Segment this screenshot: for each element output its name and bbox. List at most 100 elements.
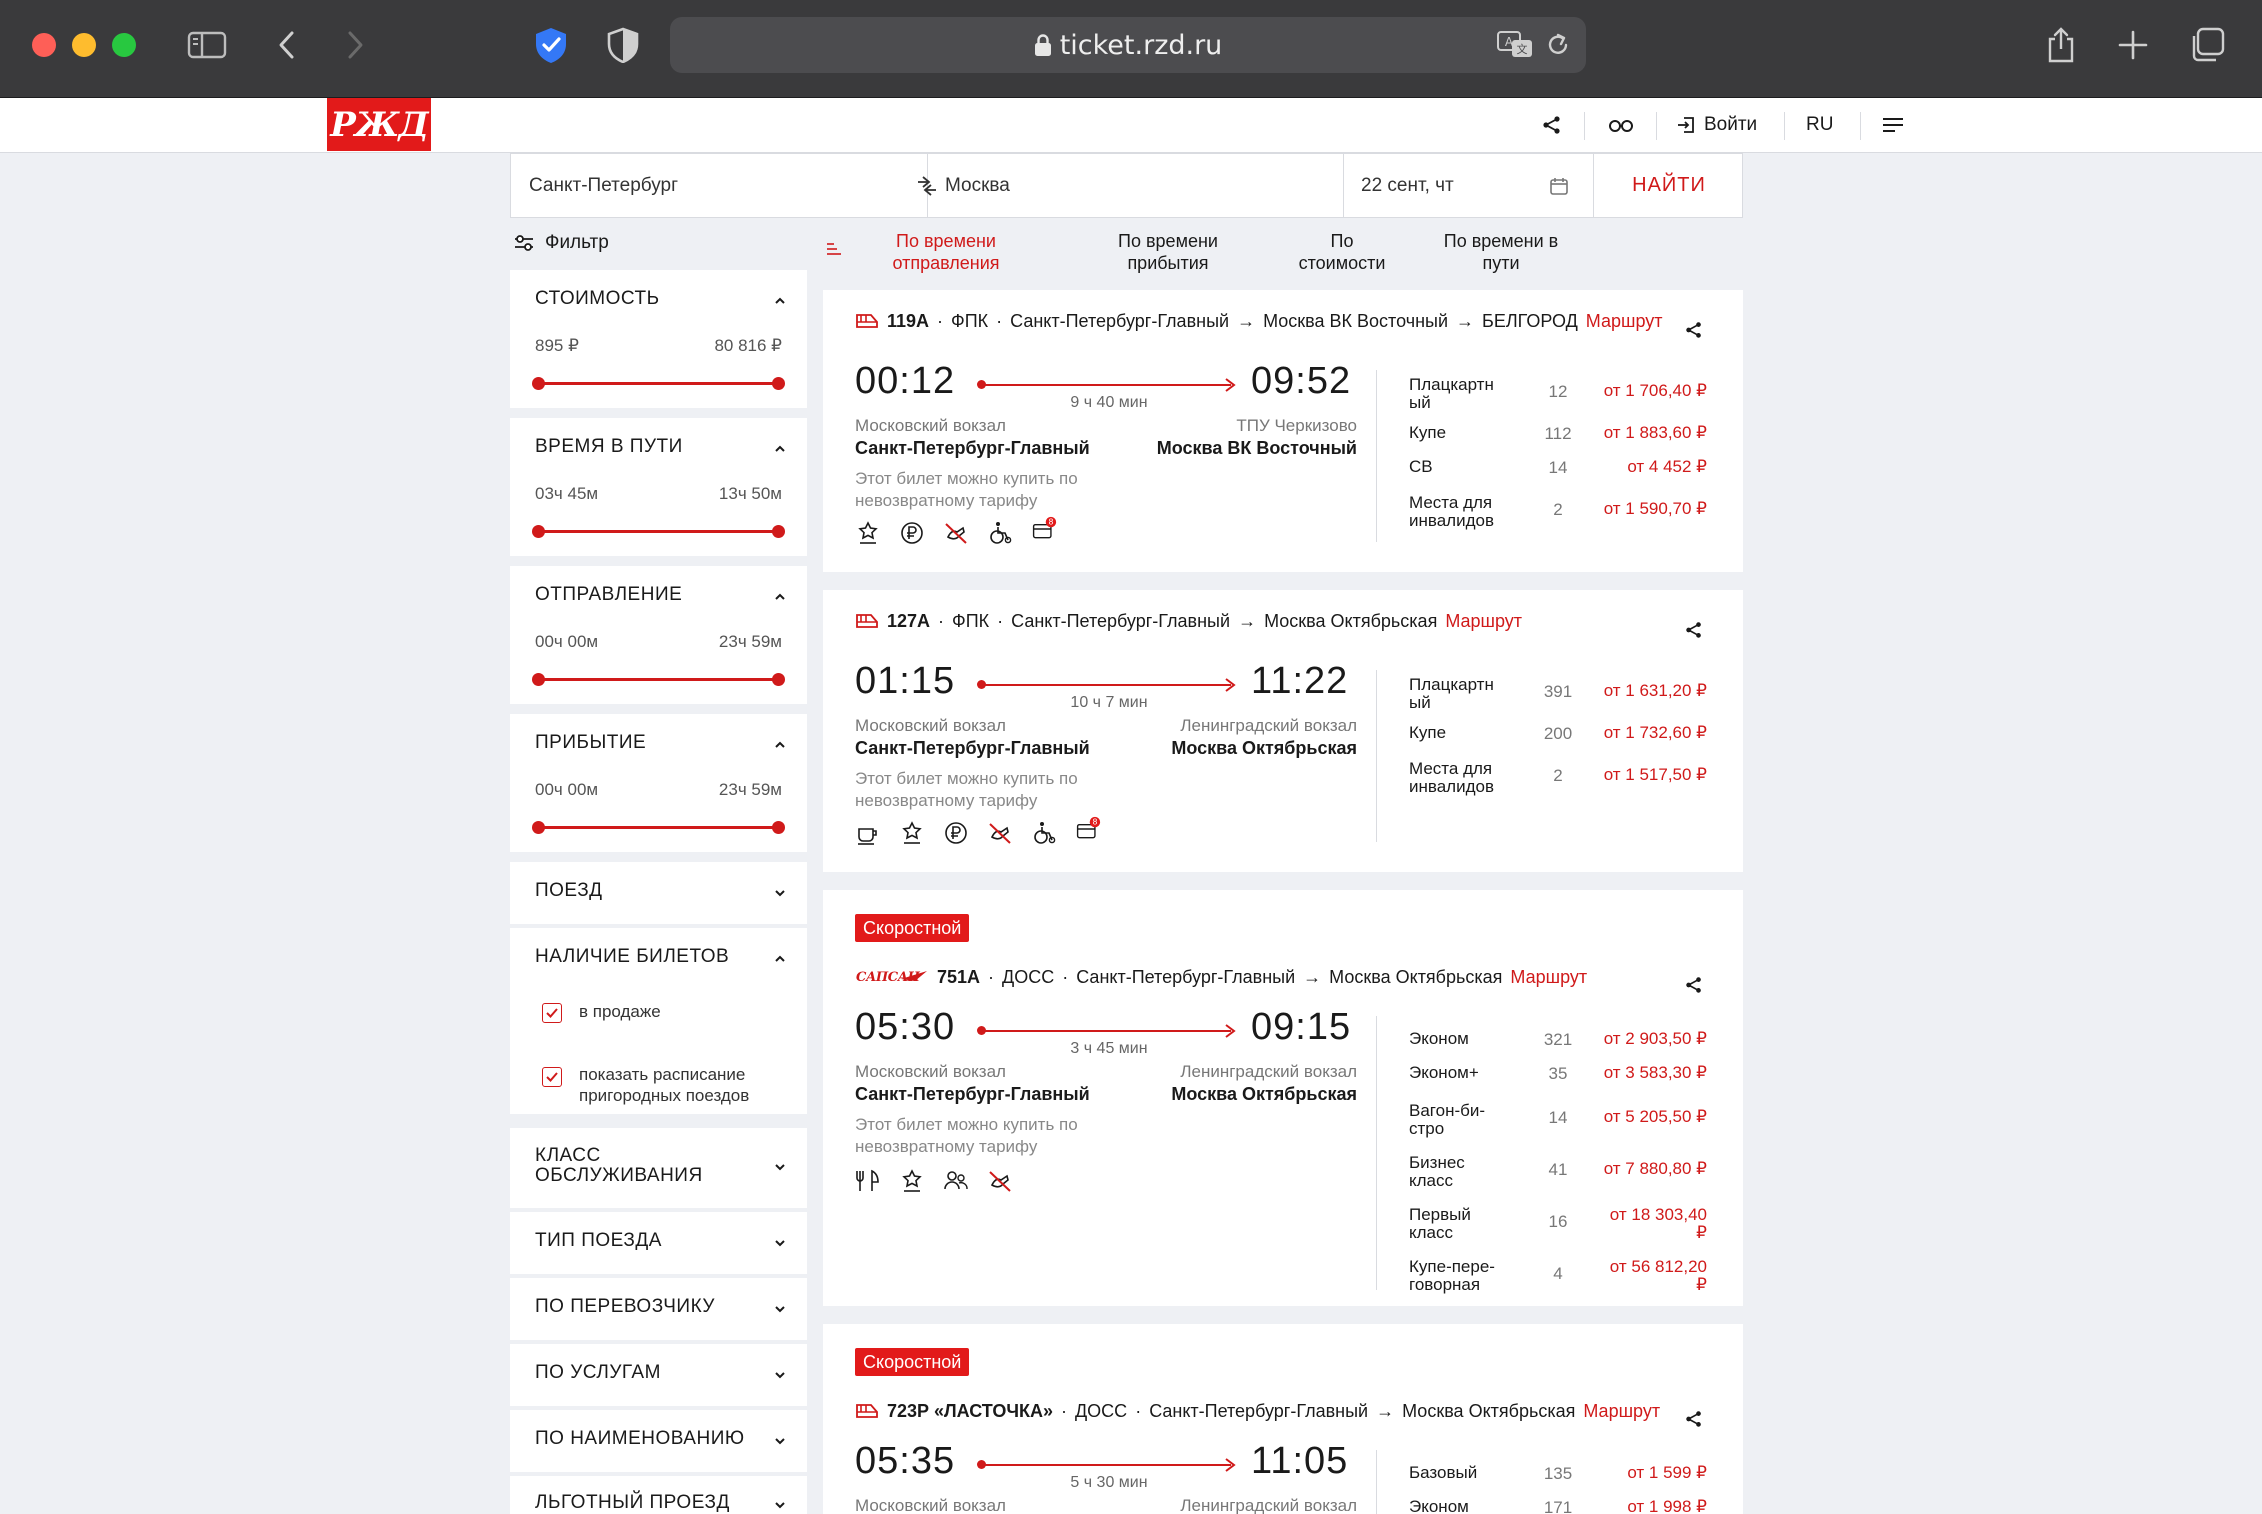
slider-knob-max[interactable] — [772, 673, 785, 686]
chevron-down-icon[interactable] — [773, 1160, 787, 1174]
class-price[interactable]: от 1 706,40 ₽ — [1591, 382, 1707, 400]
sort-by-travel-time[interactable]: По времени в пути — [1430, 230, 1572, 274]
menu-icon[interactable] — [1882, 110, 1904, 140]
filter-name[interactable]: ПО НАИМЕНОВАНИЮ — [510, 1410, 807, 1472]
slider-knob-min[interactable] — [532, 525, 545, 538]
share-page-icon[interactable] — [2038, 22, 2084, 68]
share-site-icon[interactable] — [1542, 110, 1562, 140]
train-card[interactable]: 127А · ФПК · Санкт-Петербург-Главный → Моск… — [823, 590, 1743, 872]
class-price[interactable]: от 7 880,80 ₽ — [1591, 1160, 1707, 1178]
duration-slider[interactable] — [532, 525, 785, 538]
share-icon[interactable] — [1685, 1410, 1703, 1428]
search-form: Санкт-Петербург Москва 22 сент, чт НАЙТИ — [510, 153, 1743, 218]
share-icon[interactable] — [1685, 321, 1703, 339]
filter-service-class[interactable]: КЛАСС ОБСЛУЖИВАНИЯ — [510, 1128, 807, 1208]
class-price[interactable]: от 1 631,20 ₽ — [1591, 682, 1707, 700]
class-price[interactable]: от 1 998 ₽ — [1591, 1498, 1707, 1514]
chevron-down-icon[interactable] — [773, 1498, 787, 1512]
back-icon[interactable] — [264, 22, 310, 68]
language-switch[interactable]: RU — [1806, 110, 1833, 140]
sort-by-departure[interactable]: По времени отправления — [876, 230, 1016, 274]
zoom-window-button[interactable] — [112, 33, 136, 57]
class-price[interactable]: от 1 883,60 ₽ — [1591, 424, 1707, 442]
chevron-up-icon[interactable] — [773, 738, 787, 752]
route-link[interactable]: Маршрут — [1586, 311, 1663, 332]
address-bar[interactable]: ticket.rzd.ru A文 — [670, 17, 1586, 73]
sort-by-arrival[interactable]: По времени прибытия — [1098, 230, 1238, 274]
class-price[interactable]: от 5 205,50 ₽ — [1591, 1108, 1707, 1126]
chevron-up-icon[interactable] — [773, 442, 787, 456]
departure-slider[interactable] — [532, 673, 785, 686]
train-card[interactable]: 119А · ФПК · Санкт-Петербург-Главный → Моск… — [823, 290, 1743, 572]
route-link[interactable]: Маршрут — [1445, 611, 1522, 632]
no-pets-icon — [945, 523, 967, 544]
on-sale-checkbox[interactable] — [542, 1003, 562, 1023]
filter-toggle[interactable]: Фильтр — [513, 228, 609, 258]
train-card[interactable]: Скоростной САПСАН 751А · ДОСС · Санкт-Пете… — [823, 890, 1743, 1306]
slider-knob-min[interactable] — [532, 673, 545, 686]
from-field[interactable]: Санкт-Петербург — [529, 154, 909, 217]
rzd-logo[interactable]: РЖД — [327, 98, 431, 151]
translate-icon[interactable]: A文 — [1496, 29, 1536, 61]
filter-benefit[interactable]: ЛЬГОТНЫЙ ПРОЕЗД — [510, 1476, 807, 1514]
swap-stations-icon[interactable] — [915, 174, 939, 198]
filter-train[interactable]: ПОЕЗД — [510, 862, 807, 924]
slider-knob-max[interactable] — [772, 525, 785, 538]
search-divider — [1343, 154, 1344, 217]
route-link[interactable]: Маршрут — [1583, 1401, 1660, 1422]
close-window-button[interactable] — [32, 33, 56, 57]
share-icon[interactable] — [1685, 621, 1703, 639]
accessibility-glasses-icon[interactable] — [1608, 110, 1634, 140]
filter-carrier[interactable]: ПО ПЕРЕВОЗЧИКУ — [510, 1278, 807, 1340]
filter-services[interactable]: ПО УСЛУГАМ — [510, 1344, 807, 1406]
to-field[interactable]: Москва — [945, 154, 1325, 217]
class-price[interactable]: от 1 732,60 ₽ — [1591, 724, 1707, 742]
slider-knob-max[interactable] — [772, 821, 785, 834]
chevron-down-icon[interactable] — [773, 1434, 787, 1448]
calendar-icon[interactable] — [1549, 176, 1569, 196]
date-field[interactable]: 22 сент, чт — [1361, 154, 1541, 217]
chevron-down-icon[interactable] — [773, 1302, 787, 1316]
seat-count: 135 — [1543, 1464, 1573, 1483]
chevron-down-icon[interactable] — [773, 886, 787, 900]
route-link[interactable]: Маршрут — [1510, 967, 1587, 988]
login-button[interactable]: Войти — [1676, 110, 1757, 140]
reload-icon[interactable] — [1544, 31, 1572, 59]
cost-slider[interactable] — [532, 377, 785, 390]
class-price[interactable]: от 1 590,70 ₽ — [1591, 500, 1707, 518]
chevron-up-icon[interactable] — [773, 294, 787, 308]
header-divider — [1860, 112, 1861, 140]
class-price[interactable]: от 1 599 ₽ — [1591, 1464, 1707, 1482]
class-price[interactable]: от 4 452 ₽ — [1591, 458, 1707, 476]
new-tab-icon[interactable] — [2110, 22, 2156, 68]
chevron-down-icon[interactable] — [773, 1368, 787, 1382]
tab-overview-icon[interactable] — [2184, 22, 2230, 68]
privacy-shield-check-icon[interactable] — [528, 22, 574, 68]
chevron-down-icon[interactable] — [773, 1236, 787, 1250]
class-price[interactable]: от 2 903,50 ₽ — [1591, 1030, 1707, 1048]
chevron-up-icon[interactable] — [773, 952, 787, 966]
share-icon[interactable] — [1685, 976, 1703, 994]
class-price[interactable]: от 18 303,40 ₽ — [1591, 1192, 1707, 1242]
find-button[interactable]: НАЙТИ — [1595, 154, 1743, 217]
filter-train-type[interactable]: ТИП ПОЕЗДА — [510, 1212, 807, 1274]
slider-knob-max[interactable] — [772, 377, 785, 390]
sort-label-line1: По времени в — [1443, 231, 1559, 251]
class-price[interactable]: от 3 583,30 ₽ — [1591, 1064, 1707, 1082]
train-card[interactable]: Скоростной 723Р «ЛАСТОЧКА» · ДОСС · Санкт-… — [823, 1324, 1743, 1514]
class-price[interactable]: от 1 517,50 ₽ — [1591, 766, 1707, 784]
class-price[interactable]: от 56 812,20 ₽ — [1591, 1244, 1707, 1294]
filter-sliders-icon — [513, 233, 535, 253]
slider-knob-min[interactable] — [532, 377, 545, 390]
sort-by-cost[interactable]: По стоимости — [1282, 230, 1402, 274]
forward-icon[interactable] — [332, 22, 378, 68]
suburban-checkbox[interactable] — [542, 1067, 562, 1087]
sidebar-toggle-icon[interactable] — [184, 22, 230, 68]
class-name: Базовый — [1409, 1463, 1478, 1482]
minimize-window-button[interactable] — [72, 33, 96, 57]
arrival-slider[interactable] — [532, 821, 785, 834]
chevron-up-icon[interactable] — [773, 590, 787, 604]
slider-knob-min[interactable] — [532, 821, 545, 834]
route-final: БЕЛГОРОД — [1482, 310, 1578, 331]
privacy-report-shield-icon[interactable] — [600, 22, 646, 68]
